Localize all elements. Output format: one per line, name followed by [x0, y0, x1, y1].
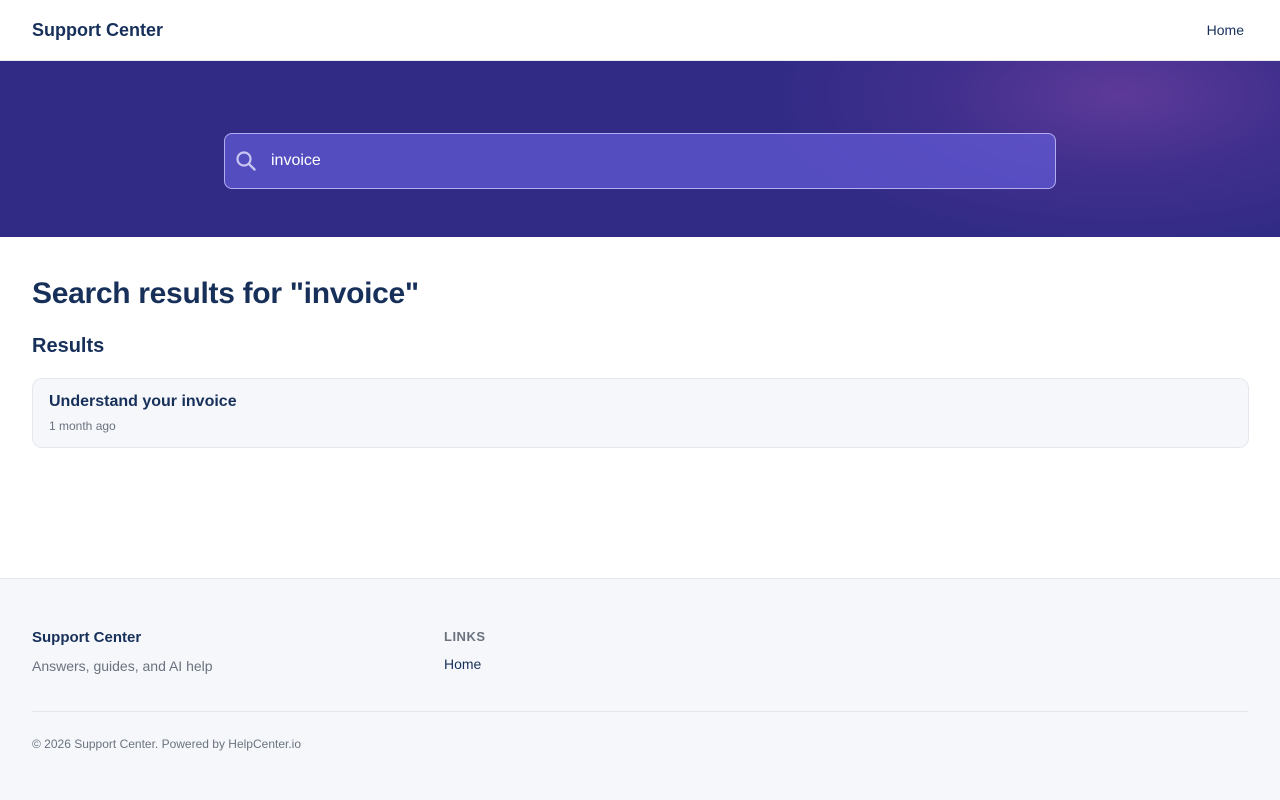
top-navigation-bar: Support Center Home: [0, 0, 1280, 61]
footer-home-link[interactable]: Home: [444, 656, 481, 672]
footer-columns: Support Center Answers, guides, and AI h…: [32, 629, 1248, 711]
footer-divider: [32, 711, 1248, 712]
footer-brand-column: Support Center Answers, guides, and AI h…: [32, 629, 444, 711]
footer-brand: Support Center: [32, 629, 142, 646]
search-hero: [0, 61, 1280, 237]
result-title-link[interactable]: Understand your invoice: [49, 393, 1232, 411]
search-input[interactable]: [271, 134, 1041, 188]
footer-tagline: Answers, guides, and AI help: [32, 658, 213, 674]
footer-links-heading: LINKS: [444, 629, 486, 644]
brand-logo-link[interactable]: Support Center: [32, 20, 163, 41]
page-footer: Support Center Answers, guides, and AI h…: [0, 578, 1280, 800]
search-result-card[interactable]: Understand your invoice 1 month ago: [32, 378, 1249, 448]
nav-home-link[interactable]: Home: [1207, 22, 1244, 38]
copyright-text: © 2026 Support Center. Powered by HelpCe…: [32, 737, 302, 751]
main-content: Search results for "invoice" Results Und…: [0, 237, 1280, 578]
search-icon: [235, 150, 257, 172]
search-box[interactable]: [224, 133, 1056, 189]
page-title: Search results for "invoice": [32, 277, 419, 310]
results-section-title: Results: [32, 335, 105, 357]
footer-links-column: LINKS Home: [444, 629, 486, 711]
result-timestamp: 1 month ago: [49, 419, 116, 433]
